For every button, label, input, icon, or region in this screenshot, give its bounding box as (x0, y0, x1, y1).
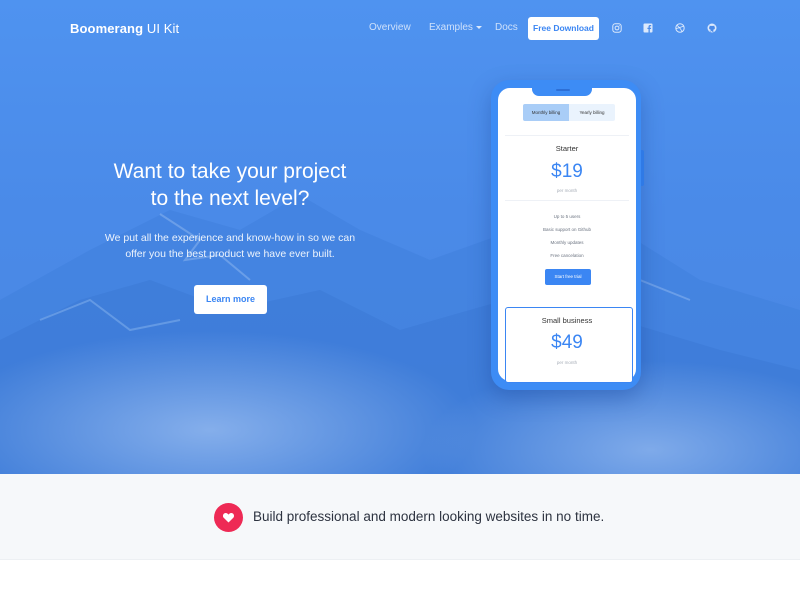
plan-period: per month (556, 360, 578, 365)
divider (505, 135, 629, 136)
hero-subtitle: We put all the experience and know-how i… (90, 230, 370, 262)
hero-title: Want to take your project to the next le… (90, 158, 370, 212)
hero-title-line: Want to take your project (113, 160, 347, 183)
plan-price: $19 (551, 161, 583, 182)
nav-link-examples-label: Examples (429, 22, 473, 33)
github-icon[interactable] (707, 23, 717, 33)
phone-speaker (556, 89, 570, 91)
brand-name: Boomerang (70, 21, 144, 36)
nav-link-examples[interactable]: Examples (429, 22, 482, 33)
top-navbar: Boomerang UI Kit Overview Examples Docs … (0, 0, 800, 56)
hero-title-line: to the next level? (150, 187, 310, 210)
hero-subtitle-line: We put all the experience and know-how i… (104, 232, 356, 244)
plan-price: $49 (551, 332, 583, 353)
chevron-down-icon (475, 25, 482, 29)
plan-feature: Up to 5 users (553, 214, 581, 219)
billing-toggle: Monthly billing Yearly billing (523, 104, 615, 121)
nav-link-docs[interactable]: Docs (495, 22, 518, 33)
plan-period: per month (556, 188, 578, 193)
learn-more-button[interactable]: Learn more (194, 285, 267, 314)
brand-suffix: UI Kit (143, 21, 180, 36)
phone-notch (532, 86, 592, 96)
plan-feature: Monthly updates (550, 240, 584, 245)
free-download-button[interactable]: Free Download (528, 17, 599, 40)
instagram-icon[interactable] (612, 23, 622, 33)
heart-icon (222, 512, 235, 523)
tagline: Build professional and modern looking we… (253, 509, 605, 524)
plan-feature: Free cancelation (550, 253, 584, 258)
start-free-trial-button[interactable]: Start free trial (545, 269, 591, 285)
phone-side-button (641, 150, 644, 186)
plan-name: Small business (541, 316, 593, 325)
nav-link-overview[interactable]: Overview (369, 22, 411, 33)
divider (505, 200, 629, 201)
dribbble-icon[interactable] (675, 23, 685, 33)
billing-option-monthly[interactable]: Monthly billing (523, 104, 569, 121)
plan-feature: Basic support on Github (542, 227, 592, 232)
brand-logo[interactable]: Boomerang UI Kit (70, 21, 179, 36)
facebook-icon[interactable] (643, 23, 653, 33)
plan-name: Starter (555, 144, 579, 153)
hero-subtitle-line: offer you the best product we have ever … (125, 248, 335, 260)
billing-option-yearly[interactable]: Yearly billing (569, 104, 615, 121)
heart-badge (214, 503, 243, 532)
